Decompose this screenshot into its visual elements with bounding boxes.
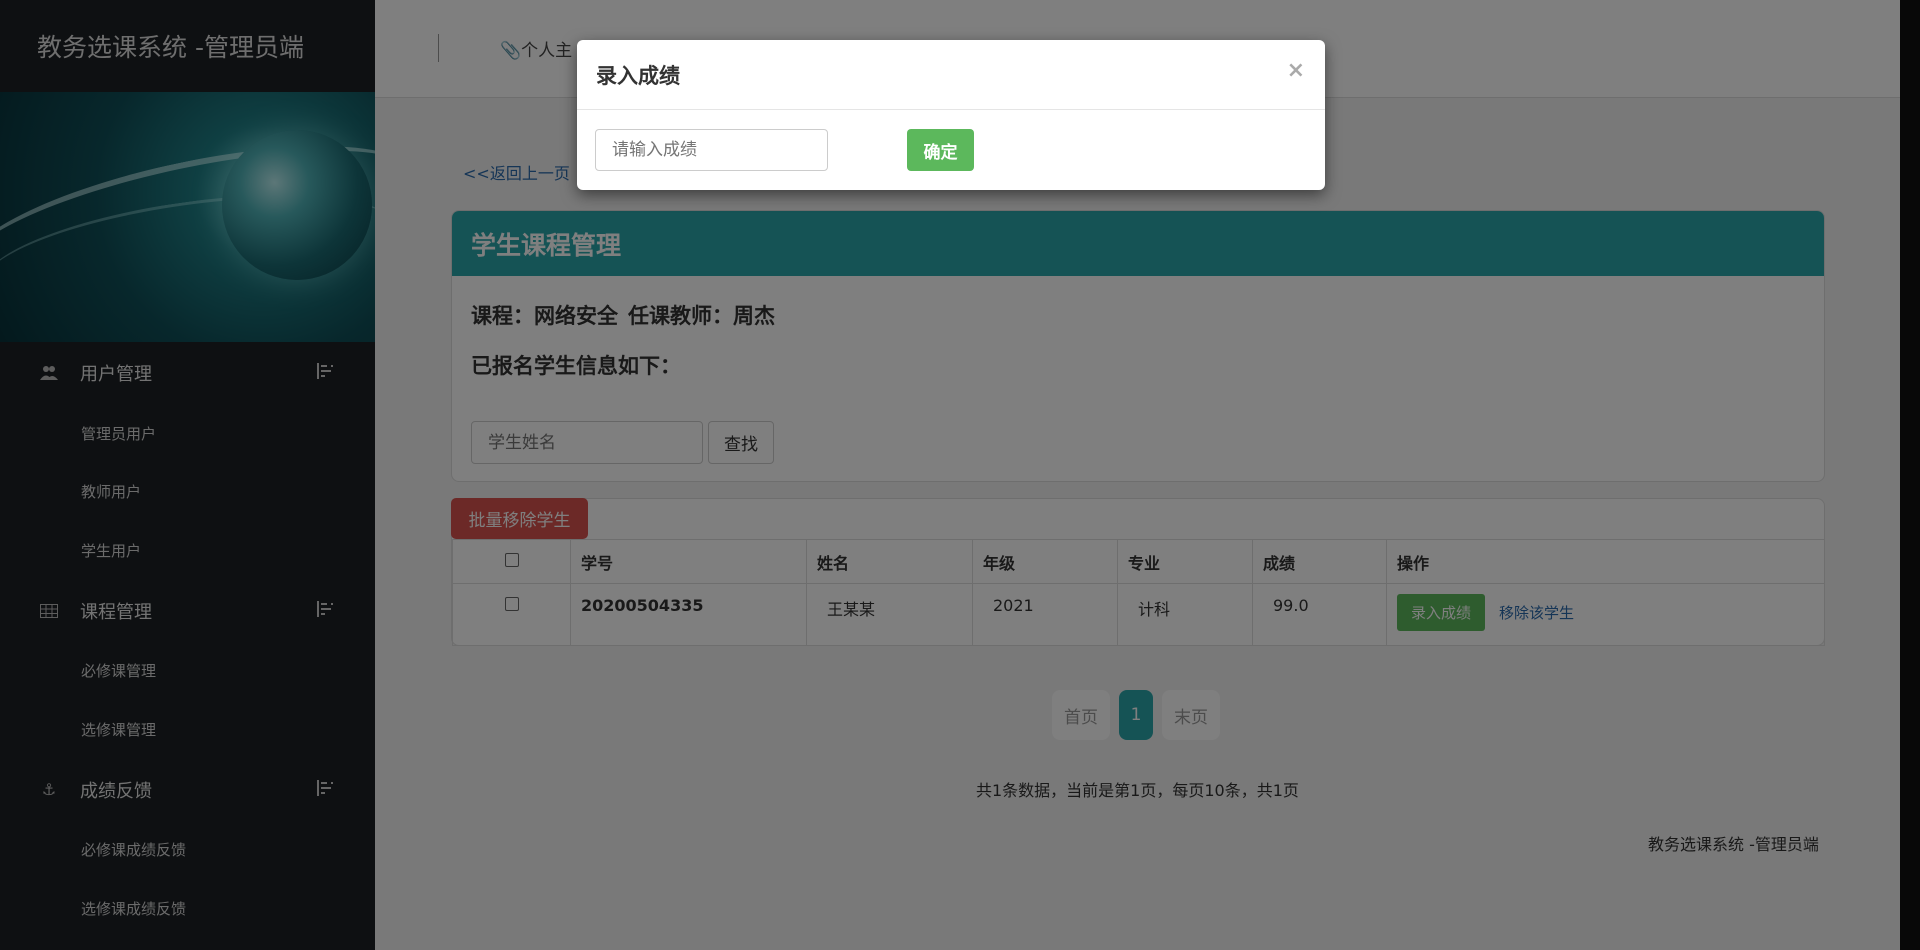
modal-title: 录入成绩: [596, 63, 680, 88]
close-icon[interactable]: ×: [1287, 58, 1305, 83]
modal-header: 录入成绩 ×: [577, 40, 1325, 110]
enter-grade-modal: 录入成绩 × 确定: [577, 40, 1325, 190]
grade-input[interactable]: [595, 129, 828, 171]
confirm-button[interactable]: 确定: [907, 129, 974, 171]
